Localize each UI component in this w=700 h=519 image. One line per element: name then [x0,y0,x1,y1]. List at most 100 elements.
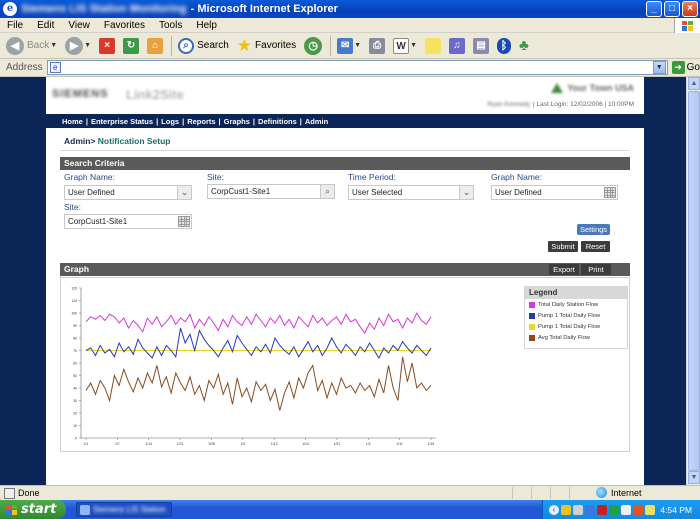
tray-network-icon[interactable] [561,504,571,515]
home-button[interactable]: ⌂ [147,37,164,54]
address-bar: Address e ▼ ➜ Go [0,59,700,77]
tray-update-icon[interactable] [609,504,619,515]
nav-logs[interactable]: Logs [161,117,179,126]
bluetooth-icon: ᛒ [497,37,512,54]
page-scrollbar[interactable]: ▲ ▼ [686,77,700,485]
x-tick-label: 1/21 [177,442,184,446]
messenger-button[interactable]: ♫ [449,37,466,54]
status-cells [512,487,587,499]
maximize-button[interactable]: □ [664,1,680,17]
stop-button[interactable]: × [99,37,116,54]
export-button[interactable]: Export [549,264,579,275]
back-label: Back [27,40,50,51]
y-tick-label: 110 [72,299,78,303]
graph-name-select[interactable]: User Defined ⌄ [64,185,192,200]
search-label: Search [197,40,229,51]
notes-button[interactable] [425,37,442,54]
nav-graphs[interactable]: Graphs [224,117,250,126]
print-graph-button[interactable]: Print [581,264,611,275]
mail-button[interactable]: ✉ ▼ [337,37,362,54]
msn-button[interactable]: ♣ [519,37,529,54]
tray-bluetooth-icon[interactable] [585,504,595,515]
last-login: | Last Login: 12/02/2006 | 10:00PM [533,101,634,108]
back-button[interactable]: ◀ Back ▼ [6,36,57,55]
site-label: Site: [207,172,225,182]
scroll-down-icon[interactable]: ▼ [688,471,700,484]
address-input[interactable]: e ▼ [46,60,668,75]
window-title-blurred: Siemens LIS Station Monitoring [21,3,187,15]
legend-item: Pump 1 Total Daily Flow [525,310,627,321]
menu-help[interactable]: Help [189,20,224,31]
window-title-bar[interactable]: e Siemens LIS Station Monitoring - Micro… [0,0,700,18]
minimize-button[interactable]: _ [646,1,662,17]
favorites-button[interactable]: ★ Favorites [237,37,296,54]
note-icon [425,37,442,54]
calendar-icon[interactable] [604,187,616,198]
time-period-select[interactable]: User Selected ⌄ [348,185,474,200]
reset-button[interactable]: Reset [581,241,610,252]
x-tick-label: 1/1 [84,442,89,446]
tray-volume-icon[interactable] [621,504,631,515]
app-container: SIEMENS Link2Site Your Town USA Ryan Ken… [46,77,644,485]
site-search-input[interactable]: CorpCust1-Site1 ⌕ [207,184,335,199]
breadcrumb-current: Notification Setup [97,136,171,146]
refresh-button[interactable]: ↻ [123,37,140,54]
nav-definitions[interactable]: Definitions [258,117,297,126]
y-tick-label: 70 [73,349,77,353]
forward-dropdown-icon: ▼ [84,42,92,49]
research-button[interactable]: ▤ [473,37,490,54]
y-tick-label: 10 [73,424,77,428]
tray-alert-icon[interactable] [633,504,643,515]
nav-home[interactable]: Home [62,117,83,126]
breadcrumb-root[interactable]: Admin> [64,136,95,146]
chevron-down-icon[interactable]: ⌄ [177,186,191,199]
window-title-app: - Microsoft Internet Explorer [190,3,338,15]
menu-favorites[interactable]: Favorites [97,20,152,31]
menu-file[interactable]: File [0,20,30,31]
menu-edit[interactable]: Edit [30,20,61,31]
magnifier-icon[interactable]: ⌕ [320,185,334,198]
tray-chevron-icon[interactable]: ‹ [549,504,559,515]
submit-button[interactable]: Submit [548,241,578,252]
taskbar-clock: 4:54 PM [660,504,692,515]
scroll-up-icon[interactable]: ▲ [688,77,700,90]
bluetooth-button[interactable]: ᛒ [497,37,512,54]
page-done-icon [4,487,15,499]
edit-page-icon: W [393,37,410,54]
tray-sync-icon[interactable] [573,504,583,515]
menu-view[interactable]: View [61,20,97,31]
taskbar-window-button[interactable]: Siemens LIS Station [76,502,172,517]
settings-button[interactable]: Settings [577,224,610,235]
nav-reports[interactable]: Reports [187,117,215,126]
close-button[interactable]: × [682,1,698,17]
history-button[interactable]: ◷ [304,36,323,55]
nav-admin[interactable]: Admin [305,117,328,126]
go-arrow-icon: ➜ [671,61,685,74]
search-button[interactable]: ⌕ Search [178,37,229,54]
go-button[interactable]: ➜ Go [671,61,700,74]
calendar-icon[interactable] [178,216,190,227]
start-label: start [21,502,57,517]
x-tick-label: 1/15 [428,442,435,446]
chevron-down-icon[interactable]: ⌄ [459,186,473,199]
start-button[interactable]: start [0,500,66,519]
forward-button[interactable]: ▶ ▼ [65,36,92,55]
edit-button[interactable]: W ▼ [393,37,417,54]
chart-legend: Legend Total Daily Station Flow Pump 1 T… [524,286,628,349]
mail-dropdown-icon: ▼ [354,42,362,49]
legend-item: Total Daily Station Flow [525,299,627,310]
tray-power-icon[interactable] [645,504,655,515]
graph-name-date-field[interactable]: User Defined [491,185,618,200]
nav-enterprise-status[interactable]: Enterprise Status [91,117,153,126]
main-nav: Home | Enterprise Status | Logs | Reports | … [46,114,644,128]
tray-security-icon[interactable] [597,504,607,515]
menu-tools[interactable]: Tools [152,20,189,31]
search-criteria-header: Search Criteria [60,157,630,170]
org-badge: Your Town USA [551,83,634,93]
site-date-field[interactable]: CorpCust1-Site1 [64,214,192,229]
print-button[interactable]: ⎙ [369,37,386,54]
address-dropdown-icon[interactable]: ▼ [652,61,666,74]
messenger-icon: ♫ [449,37,466,54]
x-tick-label: 1/14 [302,442,309,446]
scroll-thumb[interactable] [688,91,700,471]
